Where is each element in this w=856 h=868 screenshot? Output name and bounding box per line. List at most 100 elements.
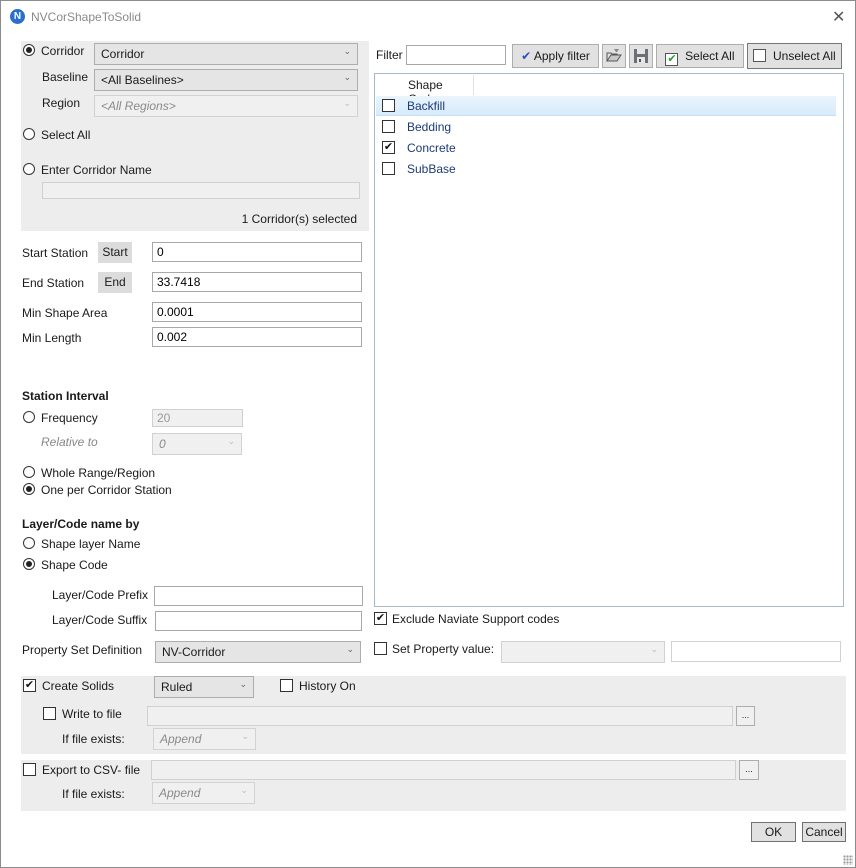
ok-button[interactable]: OK — [751, 822, 796, 842]
select-all-corridors-radio[interactable] — [23, 128, 35, 140]
min-shape-area-label: Min Shape Area — [22, 306, 108, 320]
chevron-down-icon: ⌄ — [240, 785, 248, 795]
create-solids-label: Create Solids — [42, 679, 115, 693]
close-button[interactable]: ✕ — [832, 7, 845, 27]
corridor-select[interactable]: Corridor ⌄ — [94, 43, 358, 65]
shape-code-checkbox[interactable] — [382, 120, 395, 133]
csv-exists-label: If file exists: — [62, 787, 125, 801]
export-csv-checkbox[interactable] — [23, 763, 36, 776]
select-all-label: Select All — [685, 49, 735, 63]
save-button[interactable] — [629, 44, 653, 68]
chevron-down-icon: ⌄ — [239, 679, 247, 689]
chevron-down-icon: ⌄ — [346, 644, 354, 654]
csv-exists-select[interactable]: Append ⌄ — [152, 782, 255, 804]
shape-layer-name-radio[interactable] — [23, 537, 35, 549]
checked-box-icon: ✔ — [665, 53, 679, 66]
one-per-station-label: One per Corridor Station — [41, 483, 172, 497]
property-set-select[interactable]: NV-Corridor ⌄ — [155, 641, 361, 663]
corridor-select-value: Corridor — [101, 47, 145, 61]
enter-corridor-name-radio[interactable] — [23, 163, 35, 175]
min-length-label: Min Length — [22, 331, 82, 345]
corridor-selection-status: 1 Corridor(s) selected — [241, 212, 357, 226]
create-solids-checkbox[interactable]: ✔ — [23, 679, 36, 692]
region-select[interactable]: <All Regions> ⌄ — [94, 95, 358, 117]
start-station-input[interactable] — [152, 242, 362, 262]
min-shape-area-input[interactable] — [152, 302, 362, 322]
enter-corridor-name-label: Enter Corridor Name — [41, 163, 152, 177]
layer-code-name-heading: Layer/Code name by — [22, 517, 140, 531]
whole-range-radio[interactable] — [23, 466, 35, 478]
open-folder-button[interactable] — [602, 44, 626, 68]
shape-code-row[interactable]: Backfill — [376, 96, 836, 116]
unselect-all-label: Unselect All — [772, 49, 836, 63]
region-select-value: <All Regions> — [101, 99, 176, 113]
end-button[interactable]: End — [98, 272, 132, 293]
shape-code-checkbox[interactable] — [382, 99, 395, 112]
chevron-down-icon: ⌄ — [650, 644, 658, 654]
chevron-down-icon: ⌄ — [241, 731, 249, 741]
write-file-path-input[interactable] — [147, 706, 733, 726]
shape-code-radio[interactable] — [23, 558, 35, 570]
solid-method-value: Ruled — [161, 680, 193, 694]
suffix-label: Layer/Code Suffix — [52, 613, 148, 627]
chevron-down-icon: ⌄ — [343, 98, 351, 108]
set-property-label: Set Property value: — [392, 642, 495, 656]
end-station-label: End Station — [22, 276, 85, 290]
open-folder-icon — [606, 49, 622, 62]
shape-code-row[interactable]: SubBase — [376, 159, 836, 179]
shape-code-checkbox[interactable] — [382, 162, 395, 175]
shape-code-row[interactable]: Bedding — [376, 117, 836, 137]
apply-filter-label: Apply filter — [533, 49, 590, 63]
shape-code-row[interactable]: ✔ Concrete — [376, 138, 836, 158]
write-file-exists-select[interactable]: Append ⌄ — [153, 728, 256, 750]
one-per-station-radio[interactable] — [23, 483, 35, 495]
shape-code-name: Bedding — [407, 120, 452, 134]
min-length-input[interactable] — [152, 327, 362, 347]
corridor-name-input[interactable] — [42, 182, 360, 199]
select-all-corridors-label: Select All — [41, 128, 91, 142]
filter-input[interactable] — [406, 45, 506, 65]
window-title: NVCorShapeToSolid — [31, 10, 142, 24]
csv-browse-button[interactable]: ... — [739, 760, 759, 780]
write-file-exists-label: If file exists: — [62, 732, 125, 746]
exclude-support-checkbox[interactable]: ✔ — [374, 612, 387, 625]
set-property-select[interactable]: ⌄ — [501, 641, 665, 663]
start-button[interactable]: Start — [98, 242, 132, 263]
frequency-radio[interactable] — [23, 411, 35, 423]
corridor-radio-label: Corridor — [41, 44, 85, 58]
baseline-select-value: <All Baselines> — [101, 73, 184, 87]
write-to-file-checkbox[interactable] — [43, 707, 56, 720]
relative-to-select[interactable]: 0 ⌄ — [152, 433, 242, 455]
suffix-input[interactable] — [155, 611, 362, 631]
dialog-window: N NVCorShapeToSolid ✕ Corridor Corridor ⌄… — [0, 0, 856, 868]
resize-grip[interactable] — [843, 855, 853, 865]
chevron-down-icon: ⌄ — [343, 46, 351, 56]
history-on-label: History On — [299, 679, 356, 693]
set-property-value-input[interactable] — [671, 641, 841, 662]
shape-code-checkbox[interactable]: ✔ — [382, 141, 395, 154]
apply-filter-button[interactable]: ✔ Apply filter — [512, 44, 599, 68]
history-on-checkbox[interactable] — [280, 679, 293, 692]
baseline-select[interactable]: <All Baselines> ⌄ — [94, 69, 358, 91]
frequency-input[interactable] — [152, 409, 243, 427]
prefix-input[interactable] — [154, 586, 363, 606]
end-station-input[interactable] — [152, 272, 362, 292]
solid-method-select[interactable]: Ruled ⌄ — [154, 676, 254, 698]
filter-label: Filter — [376, 48, 403, 62]
whole-range-label: Whole Range/Region — [41, 466, 156, 480]
csv-path-input[interactable] — [151, 760, 736, 780]
unselect-all-button[interactable]: Unselect All — [747, 43, 842, 69]
set-property-checkbox[interactable] — [374, 642, 387, 655]
corridor-radio[interactable] — [23, 44, 35, 56]
property-set-label: Property Set Definition — [22, 643, 143, 657]
write-file-browse-button[interactable]: ... — [736, 706, 755, 726]
cancel-button[interactable]: Cancel — [802, 822, 846, 842]
shape-code-name: Backfill — [407, 99, 446, 113]
baseline-label: Baseline — [42, 70, 89, 84]
shape-code-column-header[interactable]: Shape Code — [406, 75, 474, 106]
select-all-button[interactable]: ✔ Select All — [656, 44, 744, 68]
shape-code-name: SubBase — [407, 162, 456, 176]
station-interval-heading: Station Interval — [22, 389, 109, 403]
write-to-file-label: Write to file — [62, 707, 122, 721]
shape-code-name: Concrete — [407, 141, 456, 155]
